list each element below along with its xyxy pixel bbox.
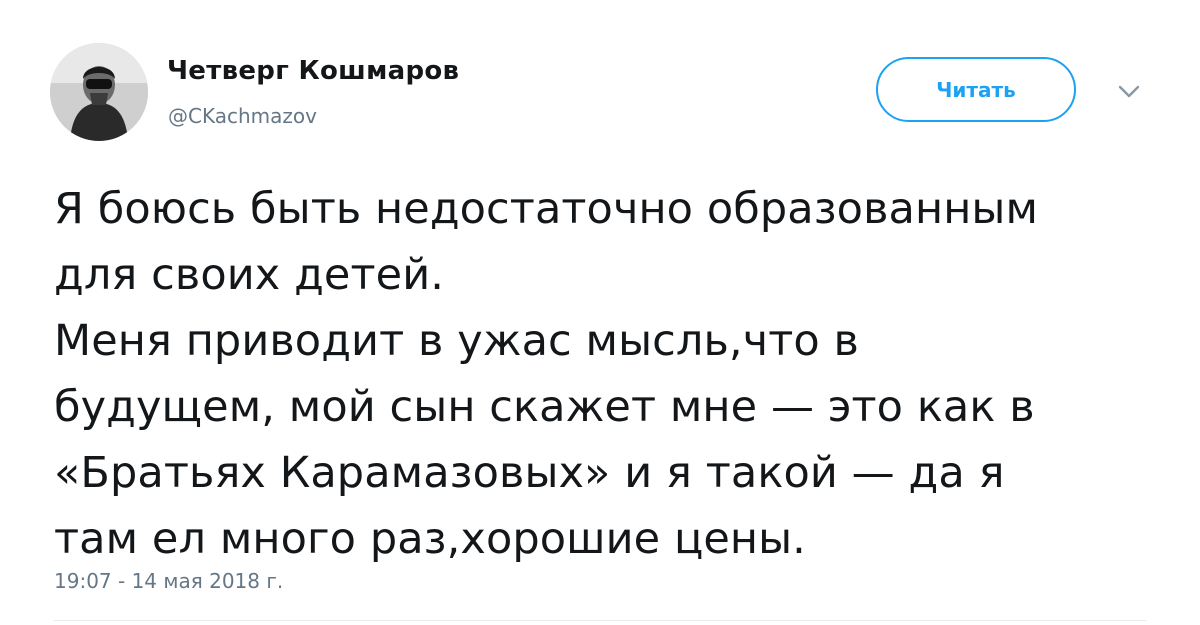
follow-button-label: Читать <box>936 77 1016 102</box>
tweet-timestamp[interactable]: 19:07 - 14 мая 2018 г. <box>54 569 283 593</box>
tweet-card: Четверг Кошмаров @CKachmazov Читать Я бо… <box>0 0 1200 625</box>
tweet-text: Я боюсь быть недостаточно образованным д… <box>54 184 1039 564</box>
avatar[interactable] <box>50 43 148 141</box>
display-name[interactable]: Четверг Кошмаров <box>167 56 459 86</box>
follow-button[interactable]: Читать <box>876 57 1076 122</box>
avatar-image <box>50 43 148 141</box>
divider <box>54 620 1146 621</box>
user-handle[interactable]: @CKachmazov <box>168 104 317 128</box>
chevron-down-icon[interactable] <box>1117 84 1141 100</box>
